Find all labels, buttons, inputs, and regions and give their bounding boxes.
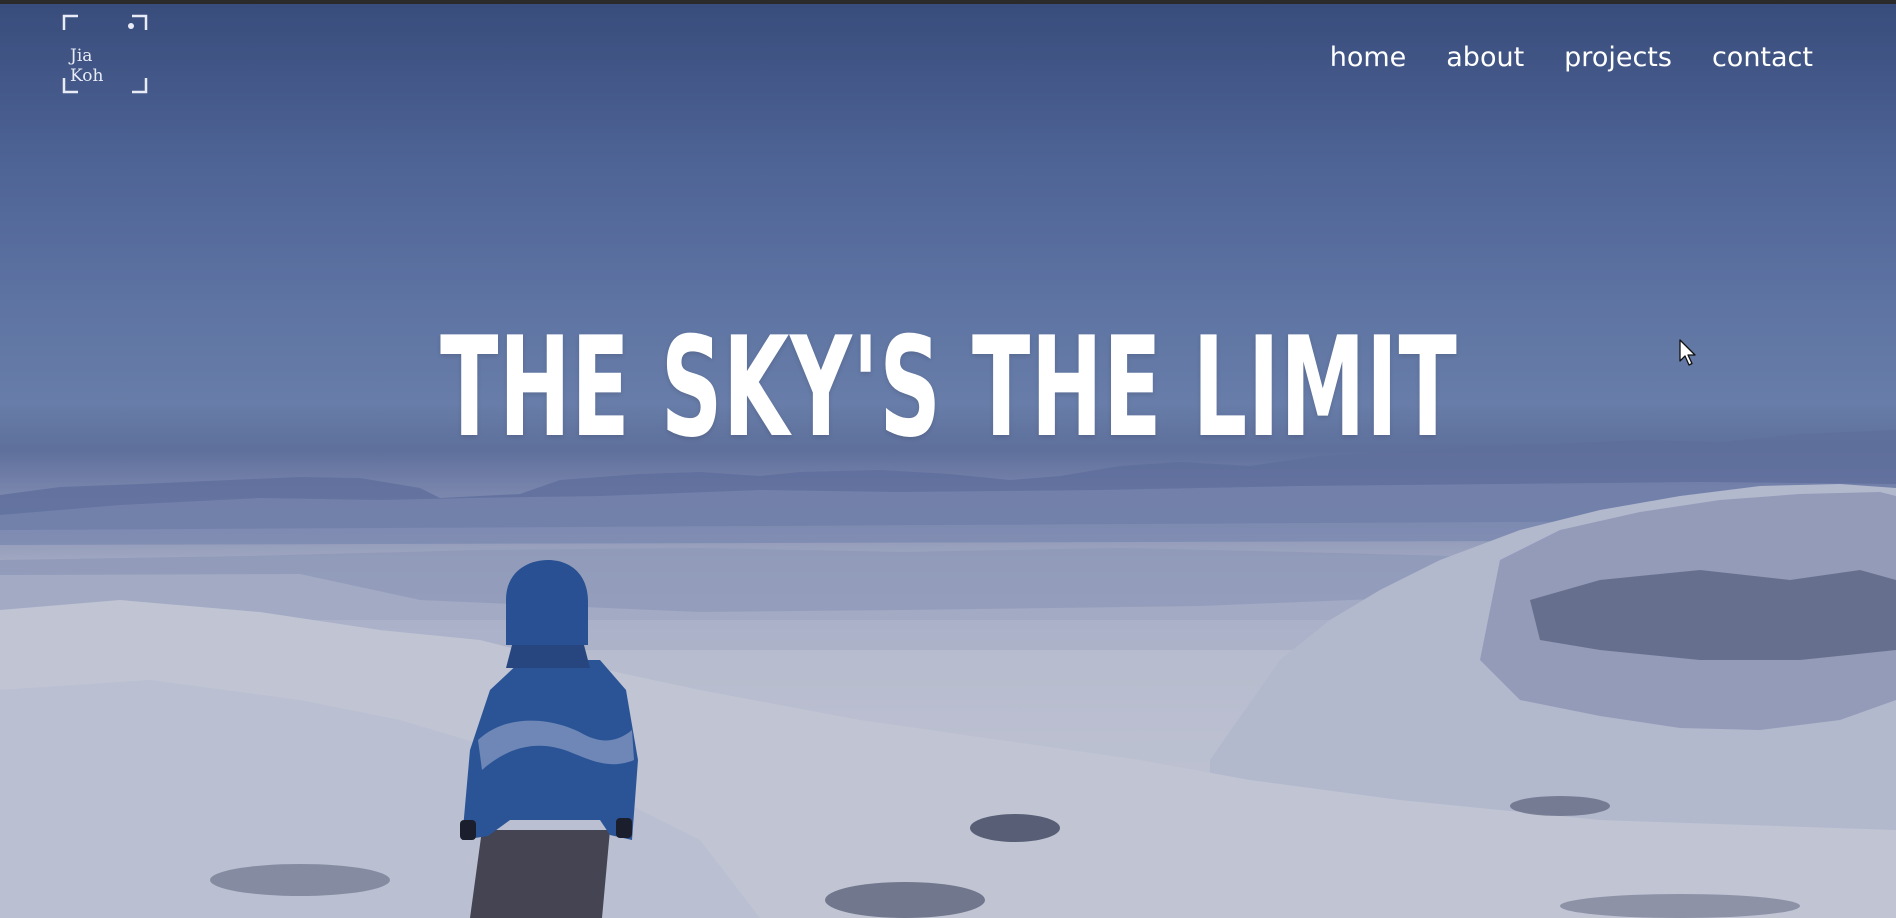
logo-line-2: Koh: [70, 66, 104, 86]
hero-headline: THE SKY'S THE LIMIT: [440, 307, 1458, 468]
nav-link-projects[interactable]: projects: [1564, 42, 1672, 73]
nav-link-home[interactable]: home: [1330, 42, 1407, 73]
mouse-pointer-icon: [1679, 339, 1699, 371]
nav-link-about[interactable]: about: [1446, 42, 1524, 73]
main-nav: home about projects contact: [1330, 42, 1813, 73]
site-logo[interactable]: Jia Koh: [62, 14, 148, 94]
hero-page: Jia Koh home about projects contact THE …: [0, 0, 1896, 918]
logo-line-1: Jia: [70, 46, 93, 66]
logo-text: Jia Koh: [70, 46, 103, 86]
nav-link-contact[interactable]: contact: [1712, 42, 1813, 73]
window-top-edge: [0, 0, 1896, 4]
